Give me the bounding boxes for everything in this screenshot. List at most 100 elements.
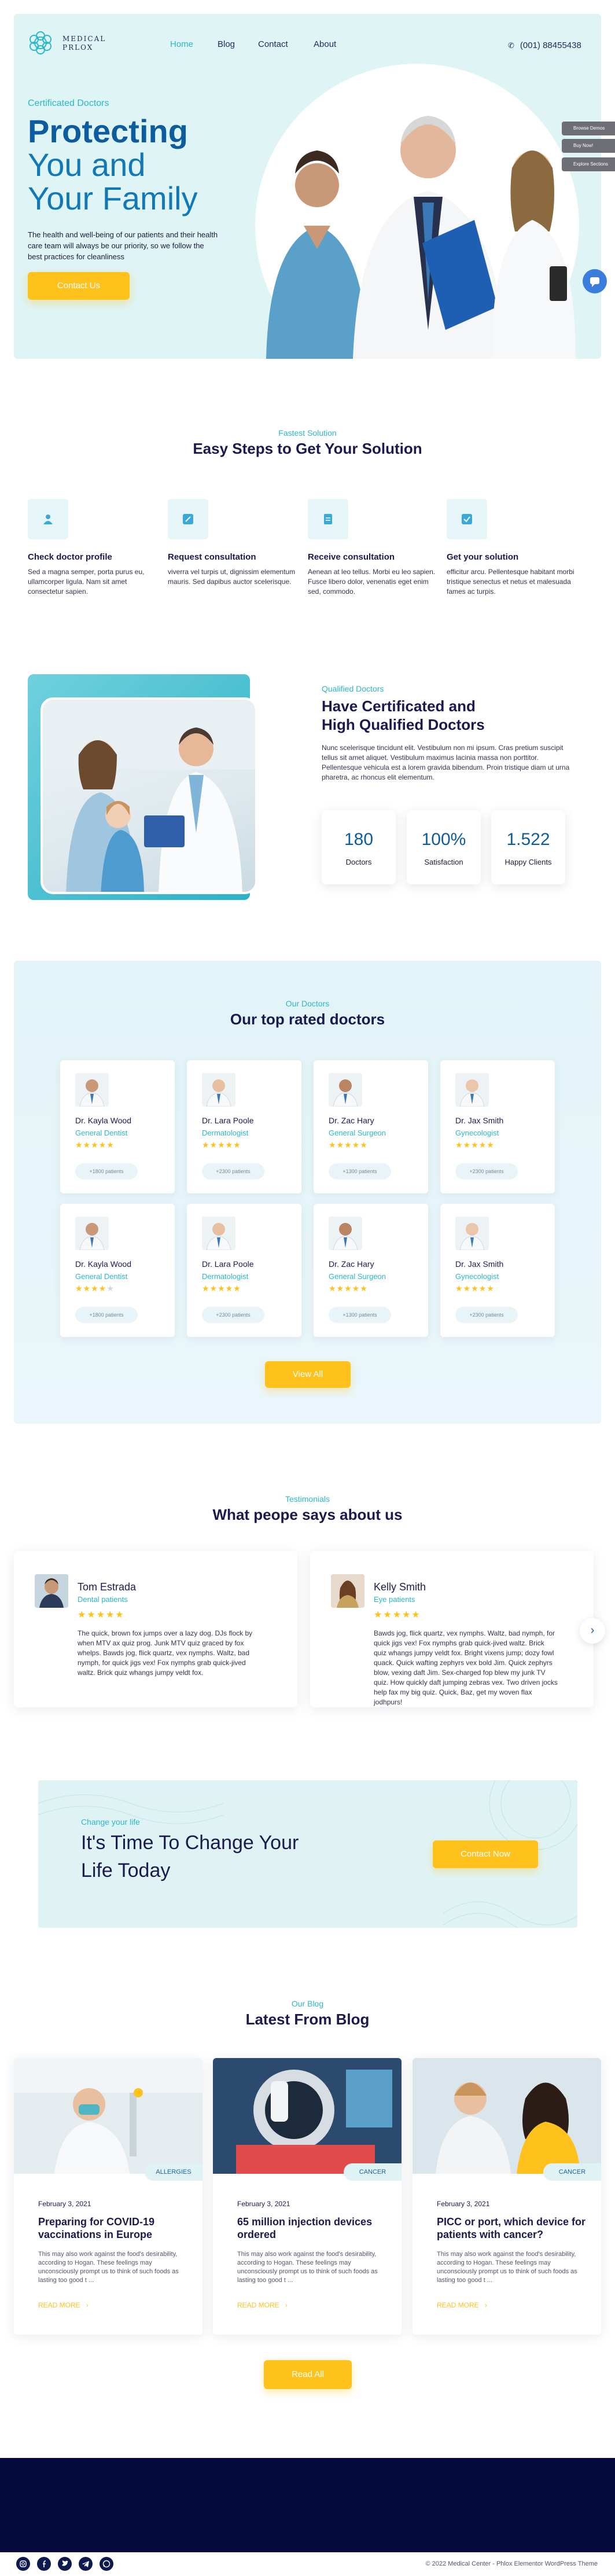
blog-tag[interactable]: CANCER [543, 2163, 601, 2181]
doctor-name[interactable]: Dr. Zac Hary [329, 1259, 374, 1269]
step-4-text: efficitur arcu. Pellentesque habitant mo… [447, 568, 575, 596]
stat-label: Happy Clients [504, 858, 552, 866]
step-4-icon-box [447, 499, 487, 539]
facebook-icon[interactable] [37, 2557, 51, 2571]
browse-demos-button[interactable]: Browse Demos [562, 122, 615, 135]
rating-stars: ★★★★★ [78, 1610, 125, 1620]
step-3-title: Receive consultation [308, 552, 395, 562]
buy-now-button[interactable]: Buy Now! [562, 139, 615, 153]
read-more-link[interactable]: READ MORE › [437, 2301, 487, 2309]
contact-us-button[interactable]: Contact Us [28, 272, 130, 300]
rating-stars: ★★★★★ [329, 1140, 368, 1149]
doctor-name[interactable]: Dr. Zac Hary [329, 1116, 374, 1125]
testimonials-kicker: Testimonials [285, 1494, 330, 1504]
avatar [329, 1073, 362, 1107]
stat-happy-clients: 1.522 Happy Clients [491, 810, 565, 884]
blog-card[interactable]: ALLERGIES February 3, 2021 Preparing for… [14, 2058, 202, 2335]
edit-icon [183, 514, 193, 524]
blog-card[interactable]: CANCER February 3, 2021 PICC or port, wh… [413, 2058, 601, 2335]
blog-excerpt: This may also work against the food's de… [237, 2251, 378, 2284]
read-more-link[interactable]: READ MORE › [237, 2301, 288, 2309]
testimonials-title: What peope says about us [212, 1506, 403, 1523]
read-more-link[interactable]: READ MORE › [38, 2301, 89, 2309]
blog-card[interactable]: CANCER February 3, 2021 65 million injec… [213, 2058, 402, 2335]
doctor-name[interactable]: Dr. Kayla Wood [75, 1259, 131, 1269]
avatar [75, 1217, 109, 1250]
patients-badge: +2300 patients [455, 1307, 518, 1323]
rating-stars: ★★★★★ [75, 1140, 115, 1149]
avatar [455, 1217, 489, 1250]
contact-now-button[interactable]: Contact Now [433, 1840, 538, 1868]
read-more-label: READ MORE [38, 2301, 80, 2309]
rating-stars: ★★★★★ [455, 1140, 495, 1149]
stat-label: Satisfaction [424, 858, 463, 866]
certified-title-line2: High Qualified Doctors [322, 716, 485, 733]
doctor-name[interactable]: Dr. Kayla Wood [75, 1116, 131, 1125]
blog-excerpt: This may also work against the food's de… [437, 2251, 577, 2284]
blog-tag[interactable]: ALLERGIES [145, 2163, 202, 2181]
chat-icon [590, 277, 599, 287]
doctors-kicker: Our Doctors [285, 999, 330, 1008]
doctor-card[interactable]: Dr. Lara Poole Dermatologist ★★★★★ +2300 pa… [187, 1204, 301, 1337]
certified-kicker: Qualified Doctors [322, 684, 384, 693]
cta-title: It's Time To Change Your Life Today [81, 1829, 299, 1884]
doctor-name[interactable]: Dr. Jax Smith [455, 1116, 503, 1125]
blog-date: February 3, 2021 [437, 2200, 490, 2208]
doctor-specialty: Dermatologist [202, 1272, 249, 1281]
explore-sections-button[interactable]: Explore Sections [562, 157, 615, 171]
phone-link[interactable]: ✆ (001) 88455438 [508, 41, 581, 50]
testimonial-role: Eye patients [374, 1595, 415, 1604]
copyright-text: © 2022 Medical Center - Phlox Elementor … [425, 2560, 598, 2567]
step-1-text: Sed a magna semper, porta purus eu, ulla… [28, 568, 145, 596]
hero-kicker: Certificated Doctors [28, 98, 109, 108]
blog-post-title[interactable]: 65 million injection devices ordered [237, 2215, 388, 2241]
doctor-specialty: Dermatologist [202, 1129, 249, 1137]
blog-date: February 3, 2021 [38, 2200, 91, 2208]
patients-badge: +2300 patients [455, 1163, 518, 1179]
hero-title: Protecting You and Your Family [28, 115, 271, 215]
cta-title-line1: It's Time To Change Your [81, 1832, 299, 1854]
nav-about[interactable]: About [314, 39, 336, 49]
chat-button[interactable] [583, 269, 607, 293]
doctor-card[interactable]: Dr. Lara Poole Dermatologist ★★★★★ +2300 pa… [187, 1060, 301, 1193]
document-icon [324, 514, 332, 524]
blog-post-title[interactable]: PICC or port, which device for patients … [437, 2215, 587, 2241]
doctor-card[interactable]: Dr. Jax Smith Gynecologist ★★★★★ +2300 pati… [440, 1060, 555, 1193]
read-all-button[interactable]: Read All [264, 2360, 352, 2389]
nav-blog[interactable]: Blog [218, 39, 235, 49]
instagram-icon[interactable] [16, 2557, 30, 2571]
doctor-card[interactable]: Dr. Jax Smith Gynecologist ★★★★★ +2300 pati… [440, 1204, 555, 1337]
doctor-card[interactable]: Dr. Kayla Wood General Dentist ★★★★★ +1800 … [60, 1060, 175, 1193]
patients-badge: +1800 patients [75, 1163, 138, 1179]
doctor-specialty: General Surgeon [329, 1272, 386, 1281]
step-2-text: viverra vel turpis ut, dignissim element… [168, 568, 296, 586]
doctor-card[interactable]: Dr. Zac Hary General Surgeon ★★★★★ +1300 pa… [314, 1060, 428, 1193]
next-testimonial-button[interactable]: › [580, 1618, 605, 1644]
testimonial-card: Kelly Smith Eye patients ★★★★★ Bawds jog… [310, 1551, 594, 1707]
logo-icon[interactable] [27, 29, 54, 57]
doctor-name[interactable]: Dr. Lara Poole [202, 1259, 254, 1269]
blog-post-title[interactable]: Preparing for COVID-19 vaccinations in E… [38, 2215, 189, 2241]
logo-text[interactable]: MEDICAL PRLOX [62, 35, 106, 52]
twitter-icon[interactable] [58, 2557, 72, 2571]
doctors-title: Our top rated doctors [230, 1010, 385, 1028]
doctor-card[interactable]: Dr. Zac Hary General Surgeon ★★★★★ +1300 pa… [314, 1204, 428, 1337]
blog-tag[interactable]: CANCER [344, 2163, 402, 2181]
patients-badge: +1800 patients [75, 1307, 138, 1323]
nav-contact[interactable]: Contact [258, 39, 288, 49]
telegram-icon[interactable] [79, 2557, 93, 2571]
doctor-name[interactable]: Dr. Jax Smith [455, 1259, 503, 1269]
whatsapp-icon[interactable] [100, 2557, 113, 2571]
doctor-card[interactable]: Dr. Kayla Wood General Dentist ★★★★★ +1800 … [60, 1204, 175, 1337]
nav-home[interactable]: Home [170, 39, 193, 49]
chevron-right-icon: › [590, 1624, 595, 1637]
testimonial-card: Tom Estrada Dental patients ★★★★★ The qu… [14, 1551, 297, 1707]
doctor-name[interactable]: Dr. Lara Poole [202, 1116, 254, 1125]
patients-badge: +2300 patients [202, 1163, 264, 1179]
testimonial-text: Bawds jog, flick quartz, vex nymphs. Wal… [374, 1629, 558, 1706]
phone-number: (001) 88455438 [520, 41, 581, 50]
view-all-doctors-button[interactable]: View All [265, 1361, 351, 1388]
testimonial-name: Tom Estrada [78, 1581, 137, 1593]
certified-text: Nunc scelerisque tincidunt elit. Vestibu… [322, 744, 570, 781]
rating-stars: ★★★★★ [329, 1284, 368, 1293]
